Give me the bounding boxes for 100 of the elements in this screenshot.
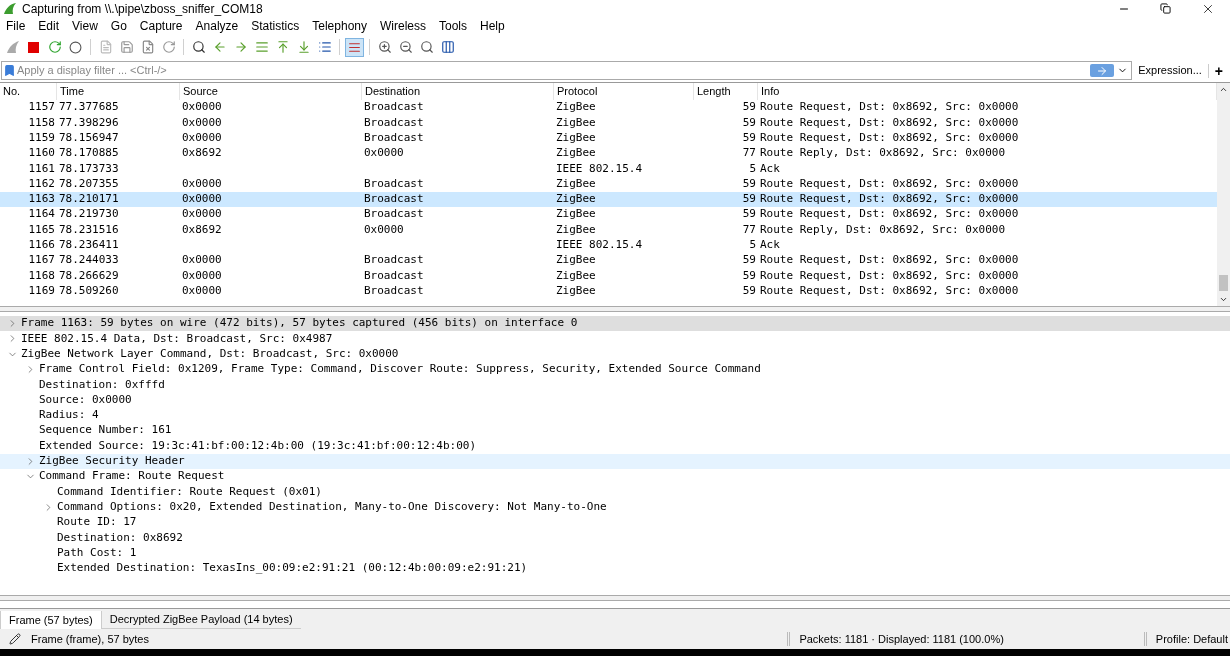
tree-row[interactable]: Sequence Number: 161 <box>0 423 1230 439</box>
profile-label[interactable]: Profile: Default <box>1155 630 1228 648</box>
tree-row[interactable]: Route ID: 17 <box>0 514 1230 531</box>
table-cell-text: ZigBee <box>556 130 596 146</box>
table-cell: Broadcast <box>364 191 424 208</box>
table-cell-text: ZigBee <box>556 175 596 192</box>
restore-icon[interactable] <box>1160 3 1171 14</box>
menu-item[interactable]: Statistics <box>251 17 300 35</box>
tree-row[interactable]: Destination: 0x8692 <box>0 530 1230 546</box>
table-cell: 1166 <box>28 237 55 254</box>
tree-row[interactable]: Frame 1163: 59 bytes on wire (472 bits), 57 bytes captured (456 bits) on interface 0 <box>0 316 1230 332</box>
menu-item[interactable]: View <box>72 17 98 35</box>
tree-item-text: Sequence Number: 161 <box>39 422 172 439</box>
tree-item-text: Path Cost: 1 <box>57 544 137 561</box>
window-title: Capturing from \\.\pipe\zboss_sniffer_COM18 <box>22 0 263 18</box>
table-cell: Broadcast <box>364 252 424 269</box>
packet-row[interactable]: 1159 78.156947 0x0000 Broadcast ZigBee 59 Route Request, Dst: 0x8692, Src: 0x0000 <box>0 130 1217 146</box>
table-cell: 78.210171 <box>59 191 119 208</box>
packet-row[interactable]: 1163 78.210171 0x0000 Broadcast ZigBee 59 Route Request, Dst: 0x8692, Src: 0x0000 <box>0 191 1217 208</box>
table-cell-text: 78.231516 <box>59 221 119 238</box>
table-cell: ZigBee <box>556 191 596 208</box>
tree-item-text: Extended Source: 19:3c:41:bf:00:12:4b:00 (19:3c:41:bf:00:12:4b:00) <box>39 437 477 454</box>
menu-item[interactable]: Help <box>480 17 505 35</box>
column-header[interactable]: Source <box>180 83 362 100</box>
table-cell-text: 1161 <box>28 160 55 177</box>
table-cell: 78.170885 <box>59 145 119 162</box>
packet-row[interactable]: 1169 78.509260 0x0000 Broadcast ZigBee 59 Route Request, Dst: 0x8692, Src: 0x0000 <box>0 283 1217 299</box>
scroll-down-icon[interactable] <box>1219 295 1228 304</box>
menu-item[interactable]: Wireless <box>380 17 426 35</box>
menu-item[interactable]: Go <box>110 17 127 35</box>
table-cell-text: 59 <box>742 267 756 284</box>
packet-row[interactable]: 1161 78.173733 IEEE 802.15.4 5 Ack <box>0 161 1217 177</box>
packet-row[interactable]: 1164 78.219730 0x0000 Broadcast ZigBee 59 Route Request, Dst: 0x8692, Src: 0x0000 <box>0 207 1217 223</box>
tree-row[interactable]: Destination: 0xfffd <box>0 377 1230 393</box>
table-cell: 0x0000 <box>182 99 222 116</box>
packet-row[interactable]: 1158 77.398296 0x0000 Broadcast ZigBee 59 Route Request, Dst: 0x8692, Src: 0x0000 <box>0 115 1217 131</box>
tree-row[interactable]: ZigBee Security Header <box>0 453 1230 469</box>
menu-item[interactable]: File <box>6 17 26 35</box>
packet-row[interactable]: 1160 78.170885 0x8692 0x0000 ZigBee 77 Route Reply, Dst: 0x8692, Src: 0x0000 <box>0 145 1217 162</box>
bookmark-icon[interactable] <box>3 64 16 77</box>
add-filter-button[interactable]: + <box>1208 63 1229 78</box>
menu-item[interactable]: Analyze <box>195 17 239 35</box>
tree-item-text: Command Frame: Route Request <box>39 468 225 485</box>
tree-row[interactable]: Frame Control Field: 0x1209, Frame Type: Command, Discover Route: Suppress, Security, Extended Source Command <box>0 361 1230 378</box>
menu-item[interactable]: Telephony <box>312 17 367 35</box>
tree-row[interactable]: Extended Source: 19:3c:41:bf:00:12:4b:00 (19:3c:41:bf:00:12:4b:00) <box>0 438 1230 454</box>
tree-row[interactable]: Extended Destination: TexasIns_00:09:e2:91:21 (00:12:4b:00:09:e2:91:21) <box>0 560 1230 577</box>
table-cell: 0x8692 <box>182 145 222 162</box>
colorize-toggle[interactable] <box>345 37 364 57</box>
tree-row[interactable]: Radius: 4 <box>0 407 1230 424</box>
collapsed-caret-icon[interactable] <box>43 501 54 513</box>
table-cell-text: Broadcast <box>364 282 424 299</box>
tree-row[interactable]: Command Identifier: Route Request (0x01) <box>0 484 1230 500</box>
column-header[interactable]: Time <box>57 83 180 100</box>
table-cell: 59 <box>742 99 756 116</box>
display-filter-field[interactable]: Apply a display filter ... <Ctrl-/> <box>17 62 1091 79</box>
packet-row[interactable]: 1166 78.236411 IEEE 802.15.4 5 Ack <box>0 237 1217 253</box>
expression-button[interactable]: Expression... <box>1132 62 1208 79</box>
packet-row[interactable]: 1162 78.207355 0x0000 Broadcast ZigBee 59 Route Request, Dst: 0x8692, Src: 0x0000 <box>0 176 1217 192</box>
scroll-thumb[interactable] <box>1219 275 1228 291</box>
packet-row[interactable]: 1168 78.266629 0x0000 Broadcast ZigBee 59 Route Request, Dst: 0x8692, Src: 0x0000 <box>0 268 1217 284</box>
packet-row[interactable]: 1167 78.244033 0x0000 Broadcast ZigBee 59 Route Request, Dst: 0x8692, Src: 0x0000 <box>0 252 1217 269</box>
table-cell: 59 <box>742 252 756 269</box>
menu-item[interactable]: Capture <box>139 17 183 35</box>
column-header[interactable]: Length <box>694 83 758 100</box>
table-cell-text: 0x0000 <box>364 221 404 238</box>
tree-row[interactable]: Path Cost: 1 <box>0 545 1230 561</box>
display-filter-bar[interactable]: Apply a display filter ... <Ctrl-/> <box>1 61 1133 80</box>
scrollbar[interactable] <box>1217 83 1230 306</box>
column-header[interactable]: Protocol <box>554 83 694 100</box>
table-cell-text: Route Reply, Dst: 0x8692, Src: 0x0000 <box>760 221 1006 238</box>
column-header[interactable]: Destination <box>362 83 554 100</box>
table-cell-text: ZigBee <box>556 114 596 131</box>
table-cell: Broadcast <box>364 206 424 223</box>
arrow-icon <box>1096 64 1109 77</box>
tree-row[interactable]: IEEE 802.15.4 Data, Dst: Broadcast, Src: 0x4987 <box>0 331 1230 347</box>
menu-item[interactable]: Edit <box>38 17 60 35</box>
menu-item[interactable]: Tools <box>439 17 467 35</box>
packet-row[interactable]: 1157 77.377685 0x0000 Broadcast ZigBee 59 Route Request, Dst: 0x8692, Src: 0x0000 <box>0 100 1217 116</box>
table-cell-text: Broadcast <box>364 130 424 146</box>
table-cell: 0x0000 <box>182 191 222 208</box>
apply-filter-button[interactable] <box>1090 64 1115 77</box>
table-cell: 77 <box>742 145 756 162</box>
tree-item-text: Frame Control Field: 0x1209, Frame Type: Command, Discover Route: Suppress, Security, Extended Source Command <box>39 361 761 378</box>
table-cell: 59 <box>742 206 756 223</box>
tree-row[interactable]: Command Options: 0x20, Extended Destination, Many-to-One Discovery: Not Many-to-One <box>0 499 1230 515</box>
packet-count: Packets: 1181 · Displayed: 1181 (100.0%) <box>799 631 1004 647</box>
tree-row[interactable]: Command Frame: Route Request <box>0 468 1230 485</box>
tree-item-text: ZigBee Network Layer Command, Dst: Broadcast, Src: 0x0000 <box>21 346 399 362</box>
packet-row[interactable]: 1165 78.231516 0x8692 0x0000 ZigBee 77 Route Reply, Dst: 0x8692, Src: 0x0000 <box>0 222 1217 238</box>
column-header[interactable]: No. <box>0 83 57 100</box>
bytes-tab[interactable]: Frame (57 bytes) <box>0 611 102 629</box>
table-cell: 78.244033 <box>59 252 119 269</box>
edit-comment-icon[interactable] <box>9 633 21 645</box>
scroll-up-icon[interactable] <box>1219 85 1228 94</box>
tree-row[interactable]: ZigBee Network Layer Command, Dst: Broadcast, Src: 0x0000 <box>0 346 1230 362</box>
table-cell-text: IEEE 802.15.4 <box>556 160 643 177</box>
table-cell-text: 1162 <box>28 175 55 192</box>
table-cell-text: 0x8692 <box>182 221 222 238</box>
tree-row[interactable]: Source: 0x0000 <box>0 392 1230 408</box>
